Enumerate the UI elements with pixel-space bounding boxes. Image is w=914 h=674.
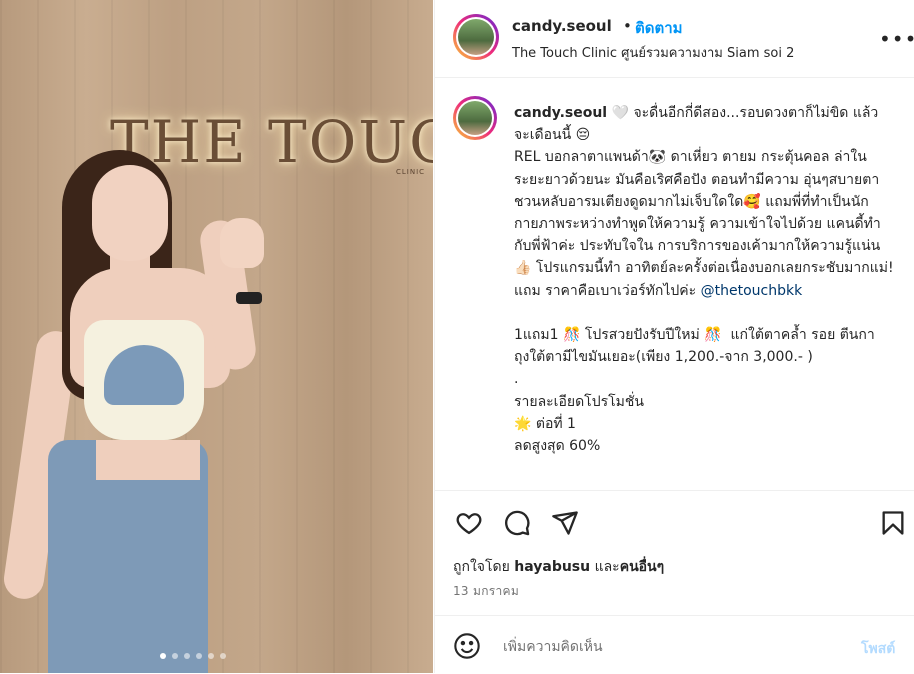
carousel-dot[interactable] <box>196 653 202 659</box>
caption-body-1: 🤍 จะดื่นอีกกี่ดีสอง...รอบดวงตาก็ไม่ขิด แ… <box>514 105 894 299</box>
action-bar <box>435 490 914 551</box>
likes-user[interactable]: hayabusu <box>514 559 590 575</box>
likes-prefix: ถูกใจโดย <box>453 559 510 575</box>
carousel-dot[interactable] <box>184 653 190 659</box>
post-comment-button[interactable]: โพสต์ <box>861 638 895 660</box>
post-photo[interactable]: THE TOUCH CLINIC <box>0 0 433 673</box>
person-hand <box>220 218 264 268</box>
clinic-sign: THE TOUCH <box>110 108 433 176</box>
likes-summary: ถูกใจโดย hayabusu และคนอื่นๆ <box>453 556 664 578</box>
follow-button[interactable]: ติดตาม <box>635 16 683 40</box>
location-link[interactable]: The Touch Clinic ศูนย์รวมความงาม Siam so… <box>512 42 794 63</box>
caption-avatar[interactable] <box>453 96 497 140</box>
caption-username[interactable]: candy.seoul <box>514 105 607 121</box>
caption-body-2: 1แถม1 🎊 โปรสวยปังรับปีใหม่ 🎊 แก่ใต้ตาคล้… <box>514 327 875 455</box>
more-horizontal-icon[interactable]: ••• <box>879 27 914 51</box>
person-watch <box>236 292 262 304</box>
likes-others[interactable]: คนอื่นๆ <box>620 559 664 575</box>
caption-text: candy.seoul 🤍 จะดื่นอีกกี่ดีสอง...รอบดวง… <box>514 102 894 457</box>
carousel-dot[interactable] <box>208 653 214 659</box>
heart-icon[interactable] <box>455 509 483 537</box>
carousel-dot[interactable] <box>160 653 166 659</box>
person-waist <box>96 440 200 480</box>
bookmark-icon[interactable] <box>879 509 907 537</box>
comment-input[interactable] <box>501 632 835 662</box>
likes-conj: และ <box>594 559 620 575</box>
post-header: candy.seoul • ติดตาม The Touch Clinic ศู… <box>435 0 914 78</box>
clinic-sign-sub: CLINIC <box>396 168 426 176</box>
person-face <box>92 165 168 261</box>
comment-icon[interactable] <box>503 509 531 537</box>
share-icon[interactable] <box>551 509 579 537</box>
comment-box: โพสต์ <box>435 615 914 674</box>
header-username[interactable]: candy.seoul <box>512 17 612 35</box>
post-date[interactable]: 13 มกราคม <box>453 582 519 601</box>
post-side-panel: candy.seoul • ติดตาม The Touch Clinic ศู… <box>434 0 914 673</box>
carousel-indicator <box>160 653 226 659</box>
header-separator: • <box>623 17 632 35</box>
caption-scroll-area[interactable]: candy.seoul 🤍 จะดื่นอีกกี่ดีสอง...รอบดวง… <box>435 78 914 490</box>
caption-mention[interactable]: @thetouchbkk <box>701 283 803 299</box>
carousel-dot[interactable] <box>220 653 226 659</box>
carousel-dot[interactable] <box>172 653 178 659</box>
header-avatar[interactable] <box>453 14 499 60</box>
instagram-post-viewer: THE TOUCH CLINIC candy.seoul • ติดตาม Th… <box>0 0 914 673</box>
emoji-icon[interactable] <box>453 632 481 660</box>
